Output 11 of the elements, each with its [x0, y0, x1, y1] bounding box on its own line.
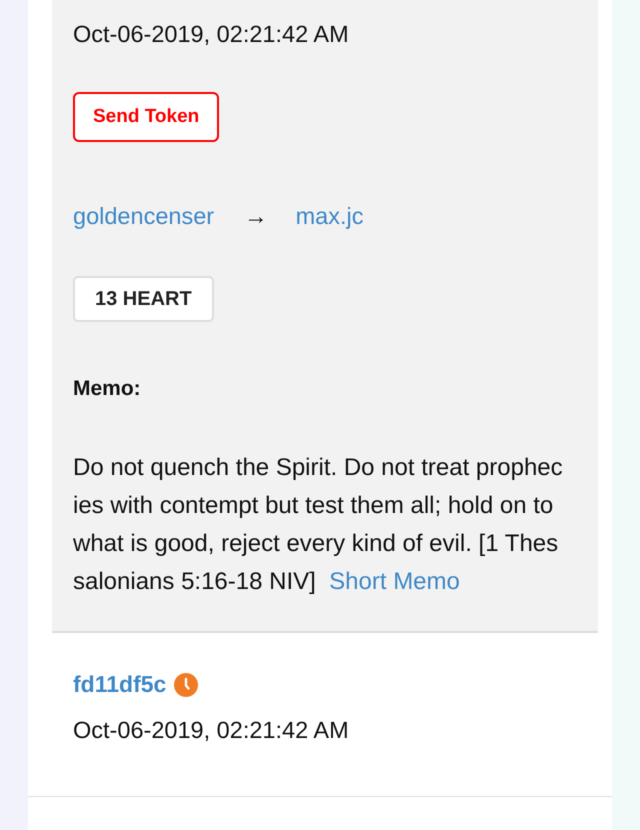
send-token-button[interactable]: Send Token [73, 92, 220, 142]
arrow: → [244, 203, 268, 230]
memo-text: Do not quench the Spirit. Do not treat prophecies with contempt but test them all; hold on to what is good, reject every kind of evil. [1 Thessalonians 5:16-18 NIV] Short Memo [73, 453, 564, 597]
sender-link[interactable]: goldencenser [73, 203, 214, 230]
amount-badge: 13 HEART [73, 276, 214, 322]
timestamp: Oct-06-2019, 02:21:42 AM [73, 716, 350, 745]
memo-label: Memo: [73, 377, 142, 401]
timestamp: Oct-06-2019, 02:21:42 AM [73, 20, 350, 49]
transaction-id-link[interactable]: fd11df5c [73, 671, 166, 698]
short-memo-link[interactable]: Short Memo [329, 568, 460, 595]
recipient-link[interactable]: max.jc [296, 203, 364, 230]
